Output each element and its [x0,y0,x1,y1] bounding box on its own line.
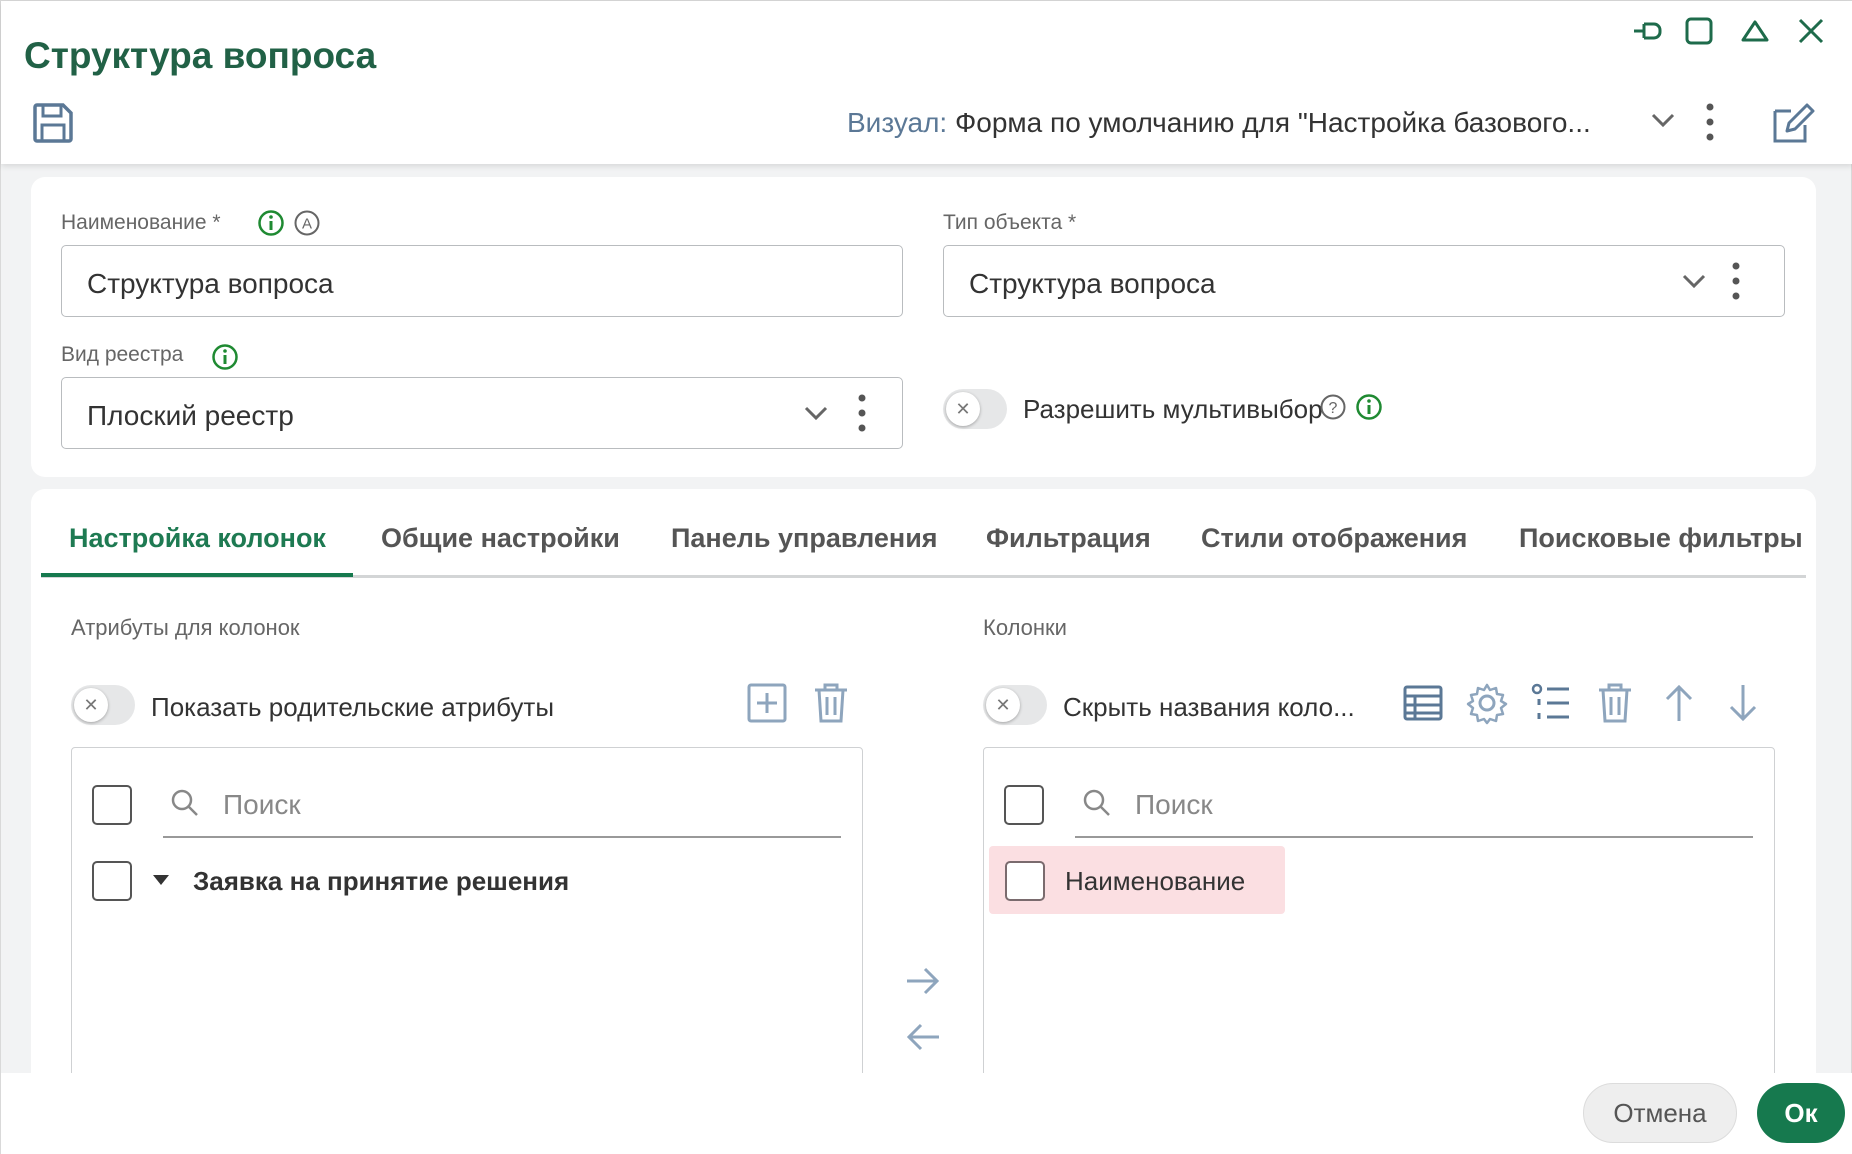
chevron-down-icon[interactable] [1680,272,1708,297]
caret-down-icon[interactable] [151,873,171,892]
active-tab-indicator [41,573,353,577]
info-icon[interactable] [1355,393,1383,426]
trash-icon[interactable] [809,681,853,725]
ok-button[interactable]: Ок [1757,1083,1845,1143]
columns-panel-title: Колонки [983,615,1067,640]
search-input[interactable]: Поиск [1135,789,1213,821]
name-field[interactable]: Структура вопроса [61,245,903,317]
item-checkbox[interactable] [1005,861,1045,901]
close-icon: ✕ [74,688,108,722]
search-icon [1081,787,1113,824]
tab-filtering[interactable]: Фильтрация [986,523,1151,554]
tab-display-styles[interactable]: Стили отображения [1201,523,1467,554]
dialog-footer [1,1073,1852,1154]
gear-icon[interactable] [1465,681,1509,725]
collapse-icon[interactable] [1737,13,1773,49]
item-checkbox[interactable] [92,861,132,901]
tab-columns[interactable]: Настройка колонок [69,523,326,554]
svg-text:?: ? [1329,400,1338,417]
trash-icon[interactable] [1593,681,1637,725]
info-icon[interactable] [257,209,285,242]
attributes-panel-title: Атрибуты для колонок [71,615,300,640]
registry-type-label: Вид реестра [61,343,184,366]
select-all-checkbox[interactable] [1004,785,1044,825]
object-type-label: Тип объекта * [943,211,1077,234]
object-type-select[interactable]: Структура вопроса [943,245,1785,317]
dialog-title: Структура вопроса [24,35,377,76]
table-icon[interactable] [1401,681,1445,725]
maximize-icon[interactable] [1681,13,1717,49]
info-icon[interactable] [211,343,239,376]
svg-text:A: A [302,216,312,233]
list-settings-icon[interactable] [1529,681,1573,725]
visual-value: Форма по умолчанию для "Настройка базово… [955,107,1591,138]
object-type-value: Структура вопроса [969,268,1216,299]
multiselect-label: Разрешить мультивыбор [1023,394,1323,424]
tab-general[interactable]: Общие настройки [381,523,620,554]
name-label: Наименование * [61,211,221,234]
tab-control-panel[interactable]: Панель управления [671,523,938,554]
select-all-checkbox[interactable] [92,785,132,825]
edit-icon[interactable] [1771,101,1815,150]
pin-icon[interactable] [1631,13,1667,49]
close-icon: ✕ [986,688,1020,722]
add-icon[interactable] [745,681,789,725]
hide-column-names-label: Скрыть названия коло... [1063,692,1355,722]
multiselect-toggle[interactable]: ✕ [943,389,1007,429]
more-vertical-icon[interactable] [1728,260,1744,307]
arrow-down-icon[interactable] [1721,681,1765,725]
arrow-left-icon[interactable] [903,1019,943,1060]
list-item[interactable]: Наименование [989,846,1285,914]
name-value: Структура вопроса [87,268,334,299]
search-underline [163,836,841,838]
close-icon: ✕ [946,392,980,426]
show-parent-attributes-label: Показать родительские атрибуты [151,692,554,722]
more-vertical-icon[interactable] [1701,101,1719,150]
arrow-right-icon[interactable] [903,963,943,1004]
arrow-up-icon[interactable] [1657,681,1701,725]
dialog-window: Структура вопроса Визуал: Форма по умолч… [0,0,1852,1154]
close-icon[interactable] [1793,13,1829,49]
chevron-down-icon[interactable] [802,404,830,429]
column-item-label: Наименование [1065,866,1246,896]
help-icon[interactable]: ? [1319,393,1347,426]
search-input[interactable]: Поиск [223,789,301,821]
save-icon[interactable] [31,101,75,145]
dialog-header: Структура вопроса Визуал: Форма по умолч… [1,1,1852,164]
visual-selector[interactable]: Визуал: Форма по умолчанию для "Настройк… [847,107,1591,139]
search-icon [169,787,201,824]
registry-type-value: Плоский реестр [87,400,294,431]
hide-column-names-toggle[interactable]: ✕ [983,685,1047,725]
visual-label: Визуал: [847,107,948,138]
registry-type-select[interactable]: Плоский реестр [61,377,903,449]
auto-icon[interactable]: A [293,209,321,242]
tree-item-label[interactable]: Заявка на принятие решения [193,866,569,897]
show-parent-attributes-toggle[interactable]: ✕ [71,685,135,725]
cancel-button[interactable]: Отмена [1583,1083,1737,1143]
search-underline [1075,836,1753,838]
tab-search-filters[interactable]: Поисковые фильтры [1519,523,1803,554]
more-vertical-icon[interactable] [854,392,870,439]
chevron-down-icon[interactable] [1649,109,1677,136]
